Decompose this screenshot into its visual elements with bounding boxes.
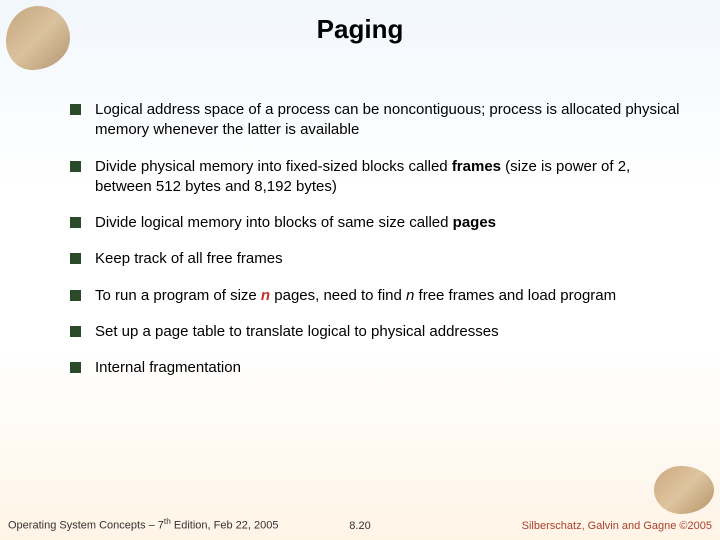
square-bullet-icon — [70, 104, 81, 115]
bullet-text: Keep track of all free frames — [95, 249, 680, 269]
bullet-text: Logical address space of a process can b… — [95, 100, 680, 141]
bullet-text: Divide logical memory into blocks of sam… — [95, 213, 680, 233]
footer-right-text: Silberschatz, Galvin and Gagne ©2005 — [522, 520, 712, 532]
bullet-text: Set up a page table to translate logical… — [95, 322, 680, 342]
bullet-item: Divide physical memory into fixed-sized … — [70, 157, 680, 198]
bullet-text: Internal fragmentation — [95, 358, 680, 378]
square-bullet-icon — [70, 161, 81, 172]
bullet-item: Logical address space of a process can b… — [70, 100, 680, 141]
square-bullet-icon — [70, 290, 81, 301]
bullet-item: Internal fragmentation — [70, 358, 680, 378]
square-bullet-icon — [70, 362, 81, 373]
dinosaur-logo-bottom-right — [654, 466, 714, 514]
bullet-text: To run a program of size n pages, need t… — [95, 286, 680, 306]
bullet-item: Set up a page table to translate logical… — [70, 322, 680, 342]
square-bullet-icon — [70, 326, 81, 337]
square-bullet-icon — [70, 217, 81, 228]
bullet-text: Divide physical memory into fixed-sized … — [95, 157, 680, 198]
bullet-item: Divide logical memory into blocks of sam… — [70, 213, 680, 233]
bullet-item: Keep track of all free frames — [70, 249, 680, 269]
slide-footer: Operating System Concepts – 7th Edition,… — [0, 516, 720, 532]
square-bullet-icon — [70, 253, 81, 264]
bullet-list: Logical address space of a process can b… — [70, 100, 680, 394]
bullet-item: To run a program of size n pages, need t… — [70, 286, 680, 306]
slide-title: Paging — [0, 14, 720, 45]
